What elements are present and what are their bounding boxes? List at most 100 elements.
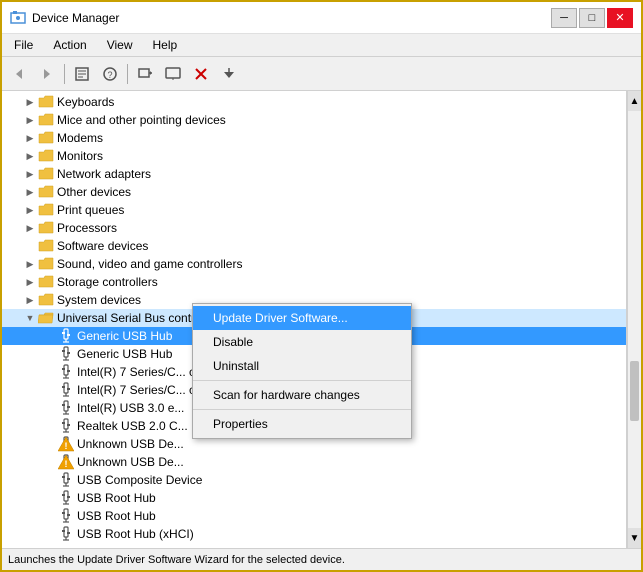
minimize-button[interactable]: ─ (551, 8, 577, 28)
tree-node-icon (58, 418, 74, 434)
close-button[interactable]: ✕ (607, 8, 633, 28)
tree-item[interactable]: ▶ Sound, video and game controllers (2, 255, 626, 273)
tree-item[interactable]: ▶ Storage controllers (2, 273, 626, 291)
tree-expand-icon[interactable] (42, 418, 58, 434)
tree-item[interactable]: USB Root Hub (2, 489, 626, 507)
tree-node-label: System devices (57, 293, 141, 307)
tree-node-label: Network adapters (57, 167, 151, 181)
tree-node-icon (58, 328, 74, 344)
context-menu-separator (193, 409, 411, 410)
tree-item[interactable]: USB Root Hub (xHCI) (2, 525, 626, 543)
scan-button[interactable] (132, 62, 158, 86)
tree-expand-icon[interactable] (42, 400, 58, 416)
menu-help[interactable]: Help (145, 36, 186, 54)
remove-button[interactable] (188, 62, 214, 86)
svg-text:!: ! (65, 441, 68, 451)
tree-node-label: Storage controllers (57, 275, 158, 289)
context-menu-item[interactable]: Scan for hardware changes (193, 383, 411, 407)
tree-expand-icon[interactable]: ▶ (22, 292, 38, 308)
tree-node-icon (38, 130, 54, 146)
tree-node-icon (58, 382, 74, 398)
maximize-button[interactable]: □ (579, 8, 605, 28)
tree-node-label: Generic USB Hub (77, 329, 172, 343)
tree-node-icon (58, 400, 74, 416)
tree-expand-icon[interactable] (42, 346, 58, 362)
tree-expand-icon[interactable] (42, 526, 58, 542)
tree-item[interactable]: ▶ Mice and other pointing devices (2, 111, 626, 129)
title-bar-left: Device Manager (10, 10, 119, 26)
menu-action[interactable]: Action (45, 36, 94, 54)
tree-node-icon (58, 346, 74, 362)
tree-expand-icon[interactable] (42, 508, 58, 524)
tree-expand-icon[interactable]: ▼ (22, 310, 38, 326)
tree-node-icon (38, 310, 54, 326)
tree-expand-icon[interactable] (22, 238, 38, 254)
tree-item[interactable]: ▶ Print queues (2, 201, 626, 219)
tree-node-label: USB Root Hub (77, 509, 156, 523)
scroll-down-button[interactable]: ▼ (628, 528, 641, 548)
menu-file[interactable]: File (6, 36, 41, 54)
tree-expand-icon[interactable]: ▶ (22, 256, 38, 272)
tree-item[interactable]: ▶ Monitors (2, 147, 626, 165)
tree-expand-icon[interactable] (42, 490, 58, 506)
tree-node-label: Processors (57, 221, 117, 235)
tree-node-icon (38, 184, 54, 200)
svg-text:?: ? (107, 70, 112, 80)
window-title: Device Manager (32, 11, 119, 25)
tree-expand-icon[interactable] (42, 364, 58, 380)
tree-expand-icon[interactable]: ▶ (22, 130, 38, 146)
tree-item[interactable]: ▶ Keyboards (2, 93, 626, 111)
context-menu-item[interactable]: Properties (193, 412, 411, 436)
device-manager-window: Device Manager ─ □ ✕ File Action View He… (0, 0, 643, 572)
tree-item[interactable]: ▶ Modems (2, 129, 626, 147)
scrollbar[interactable]: ▲ ▼ (627, 91, 641, 548)
tree-expand-icon[interactable]: ▶ (22, 184, 38, 200)
tree-expand-icon[interactable] (42, 382, 58, 398)
menu-view[interactable]: View (99, 36, 141, 54)
tree-expand-icon[interactable]: ▶ (22, 166, 38, 182)
tree-item[interactable]: ▶ Other devices (2, 183, 626, 201)
tree-node-icon (38, 202, 54, 218)
tree-expand-icon[interactable] (42, 454, 58, 470)
context-menu-item[interactable]: Disable (193, 330, 411, 354)
tree-expand-icon[interactable]: ▶ (22, 274, 38, 290)
tree-item[interactable]: ! Unknown USB De... (2, 453, 626, 471)
scroll-up-button[interactable]: ▲ (628, 91, 641, 111)
content-area: ▶ Keyboards▶ Mice and other pointing dev… (2, 91, 641, 548)
tree-item[interactable]: Software devices (2, 237, 626, 255)
tree-node-label: Other devices (57, 185, 131, 199)
monitor-button[interactable] (160, 62, 186, 86)
tree-node-icon (38, 148, 54, 164)
properties-button[interactable] (69, 62, 95, 86)
tree-node-icon (38, 274, 54, 290)
tree-node-icon (38, 292, 54, 308)
tree-node-label: USB Root Hub (77, 491, 156, 505)
tree-item[interactable]: ▶ Network adapters (2, 165, 626, 183)
context-menu-item[interactable]: Uninstall (193, 354, 411, 378)
tree-expand-icon[interactable]: ▶ (22, 202, 38, 218)
tree-node-label: Unknown USB De... (77, 437, 184, 451)
scroll-thumb[interactable] (630, 361, 639, 421)
tree-item[interactable]: USB Composite Device (2, 471, 626, 489)
tree-expand-icon[interactable] (42, 472, 58, 488)
tree-item[interactable]: ▶ Processors (2, 219, 626, 237)
context-menu-item[interactable]: Update Driver Software... (193, 306, 411, 330)
help-button[interactable]: ? (97, 62, 123, 86)
menu-bar: File Action View Help (2, 34, 641, 57)
tree-expand-icon[interactable]: ▶ (22, 112, 38, 128)
forward-button[interactable] (34, 62, 60, 86)
tree-expand-icon[interactable]: ▶ (22, 220, 38, 236)
title-bar: Device Manager ─ □ ✕ (2, 2, 641, 34)
tree-item[interactable]: USB Root Hub (2, 507, 626, 525)
tree-node-icon (38, 112, 54, 128)
scroll-track[interactable] (628, 111, 641, 528)
tree-node-icon: ! (58, 436, 74, 452)
tree-node-icon (58, 472, 74, 488)
tree-expand-icon[interactable] (42, 328, 58, 344)
back-button[interactable] (6, 62, 32, 86)
tree-expand-icon[interactable]: ▶ (22, 94, 38, 110)
tree-expand-icon[interactable] (42, 436, 58, 452)
tree-node-icon (58, 526, 74, 542)
update-button[interactable] (216, 62, 242, 86)
tree-expand-icon[interactable]: ▶ (22, 148, 38, 164)
